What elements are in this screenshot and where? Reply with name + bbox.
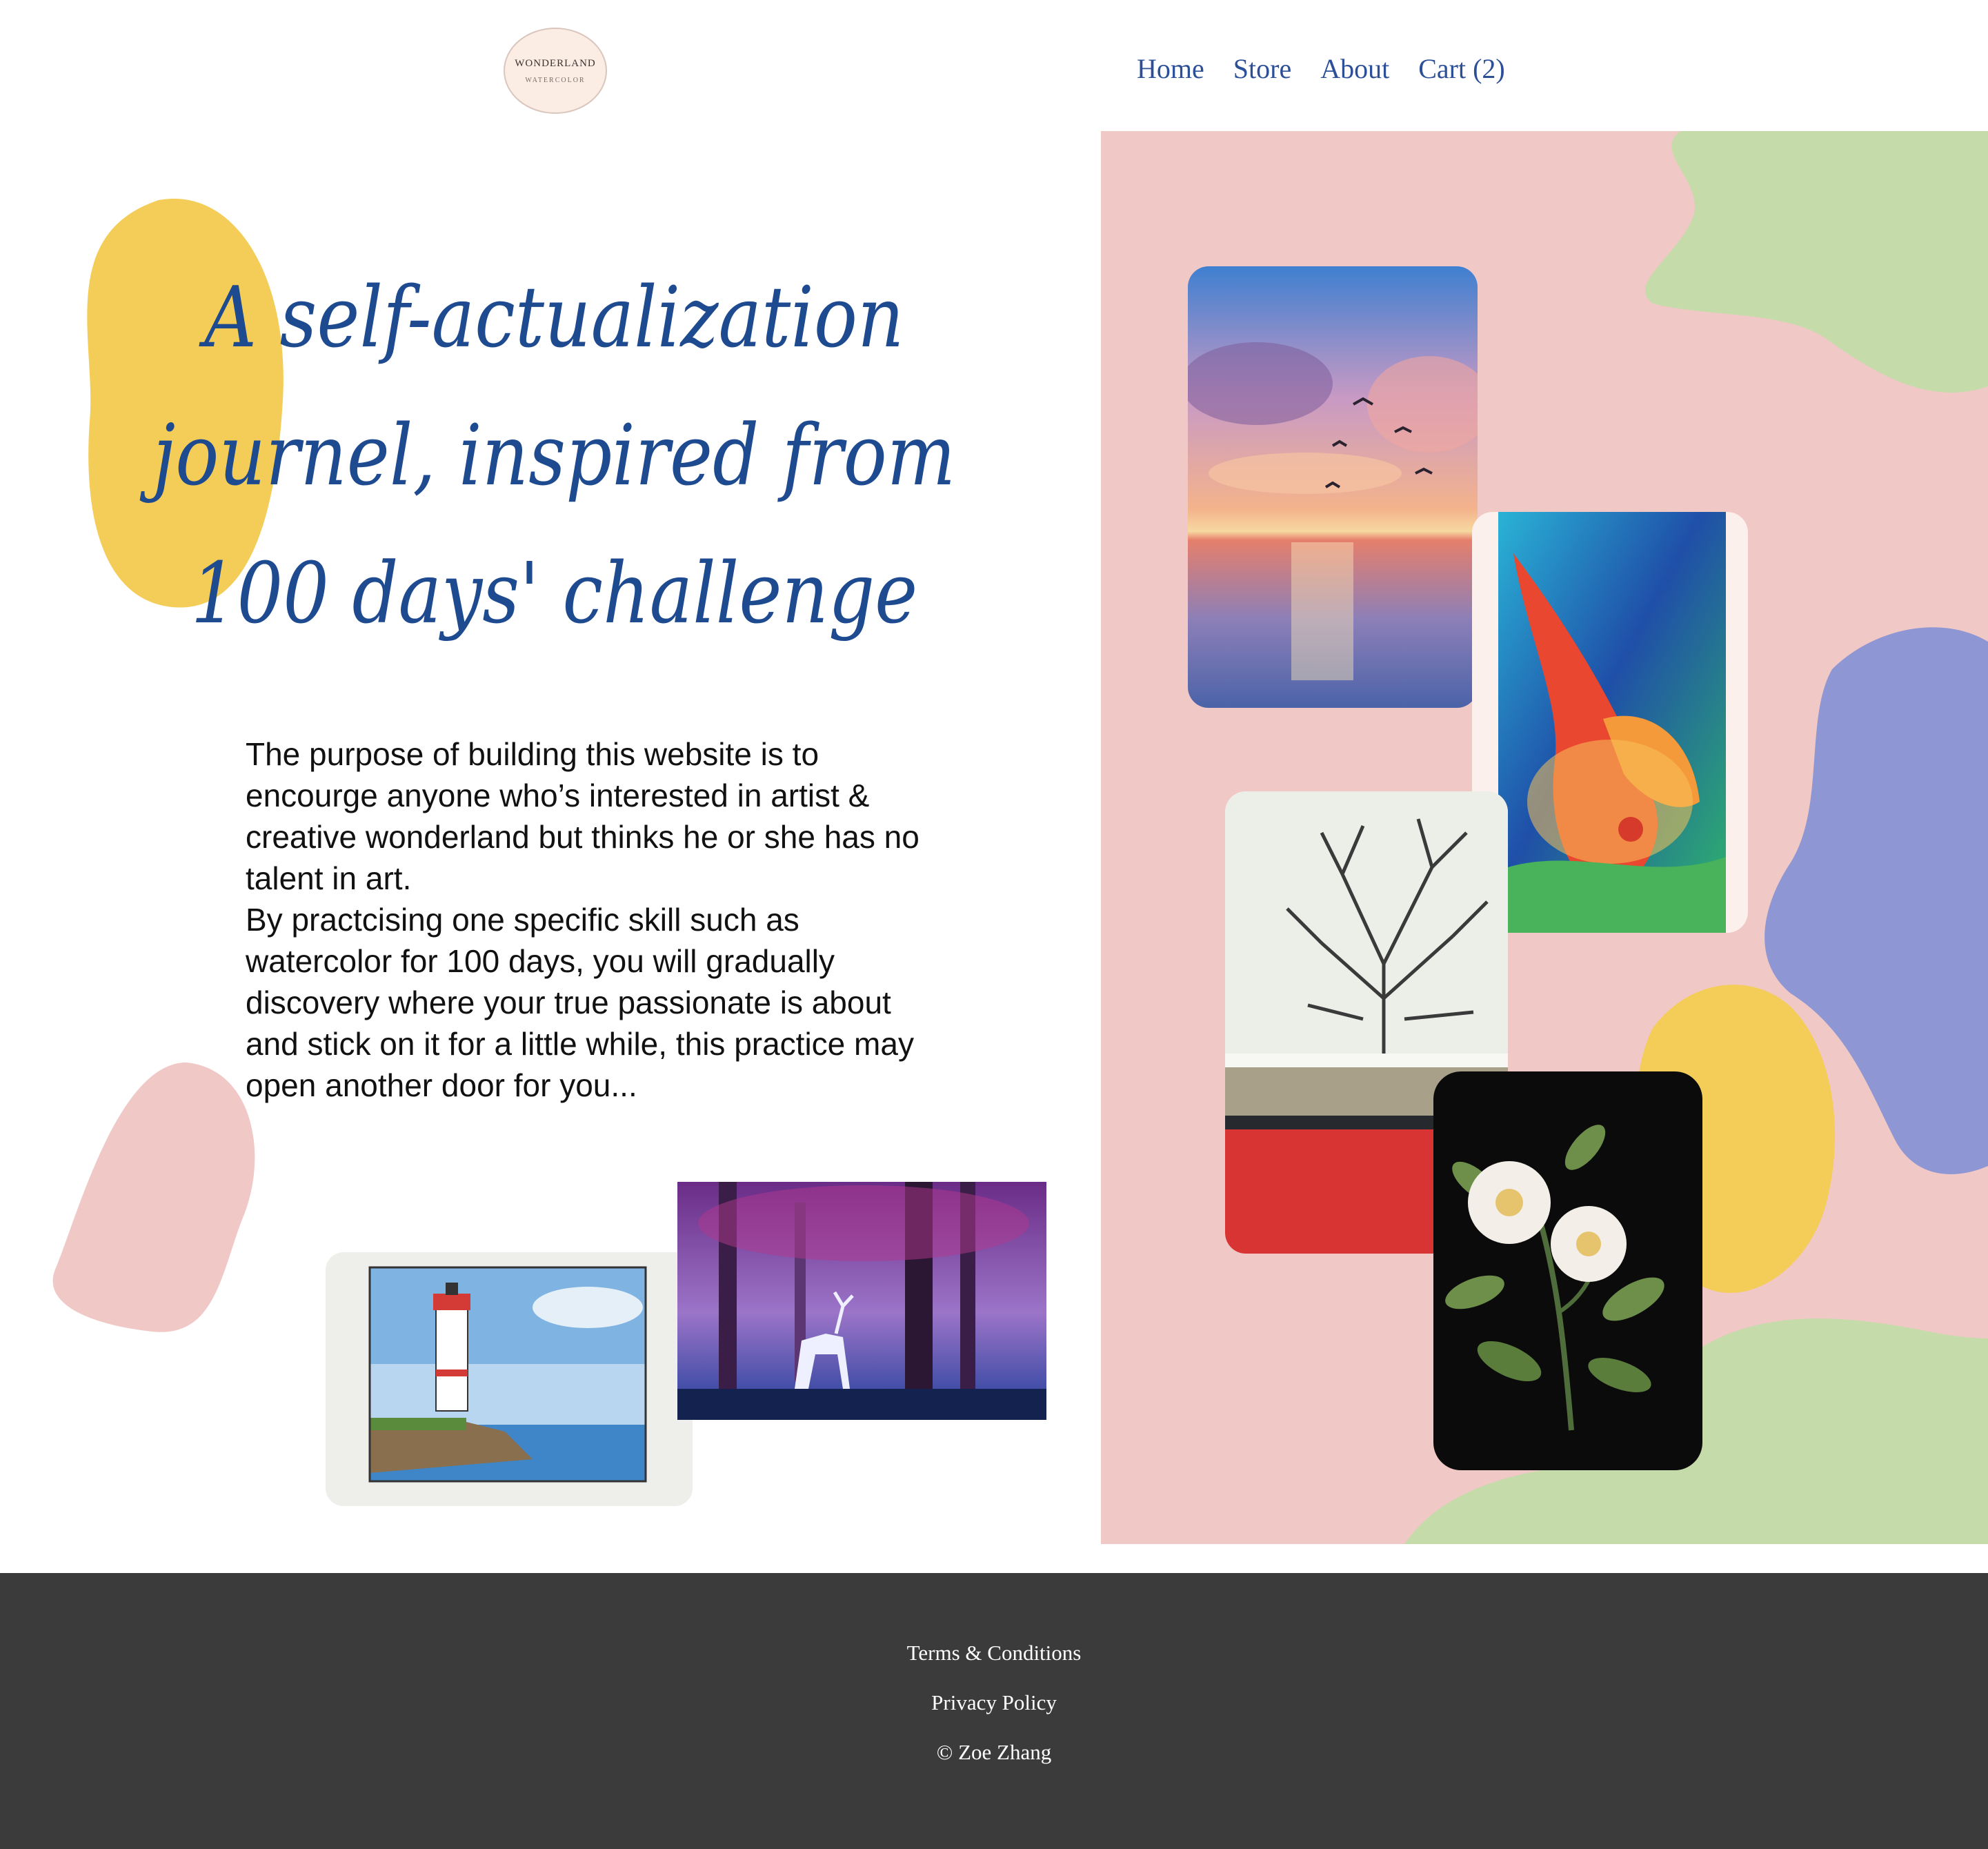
koi-fish-painting [1472, 512, 1748, 933]
privacy-link[interactable]: Privacy Policy [0, 1690, 1988, 1715]
terms-link[interactable]: Terms & Conditions [0, 1641, 1988, 1665]
copyright-text: © Zoe Zhang [936, 1740, 1052, 1764]
intro-text: The purpose of building this website is … [246, 733, 922, 1106]
camellia-flower-painting [1433, 1071, 1702, 1470]
lighthouse-painting [326, 1252, 693, 1506]
deer-forest-painting [677, 1182, 1046, 1420]
nav-store[interactable]: Store [1233, 52, 1291, 85]
sunset-sea-painting [1188, 266, 1478, 708]
nav-about[interactable]: About [1320, 52, 1389, 85]
pink-blob-decoration [52, 1062, 255, 1332]
intro-paragraph-2: By practcising one specific skill such a… [246, 902, 914, 1103]
headline-line-1: A self-actualization [204, 268, 904, 366]
headline-line-3: 100 days' challenge [190, 544, 918, 642]
intro-paragraph-1: The purpose of building this website is … [246, 736, 920, 896]
gallery-panel [1101, 131, 1988, 1544]
logo-subtitle: WATERCOLOR [525, 76, 586, 84]
nav-cart[interactable]: Cart (2) [1418, 52, 1505, 85]
hero-headline: A self-actualization journel, inspired f… [124, 248, 984, 662]
main-nav: Home Store About Cart (2) [1137, 52, 1505, 85]
nav-home[interactable]: Home [1137, 52, 1204, 85]
headline-line-2: journel, inspired from [152, 406, 956, 504]
logo[interactable]: WONDERLAND WATERCOLOR [504, 28, 607, 114]
footer: Terms & Conditions Privacy Policy © Zoe … [0, 1573, 1988, 1849]
logo-title: WONDERLAND [515, 57, 596, 69]
